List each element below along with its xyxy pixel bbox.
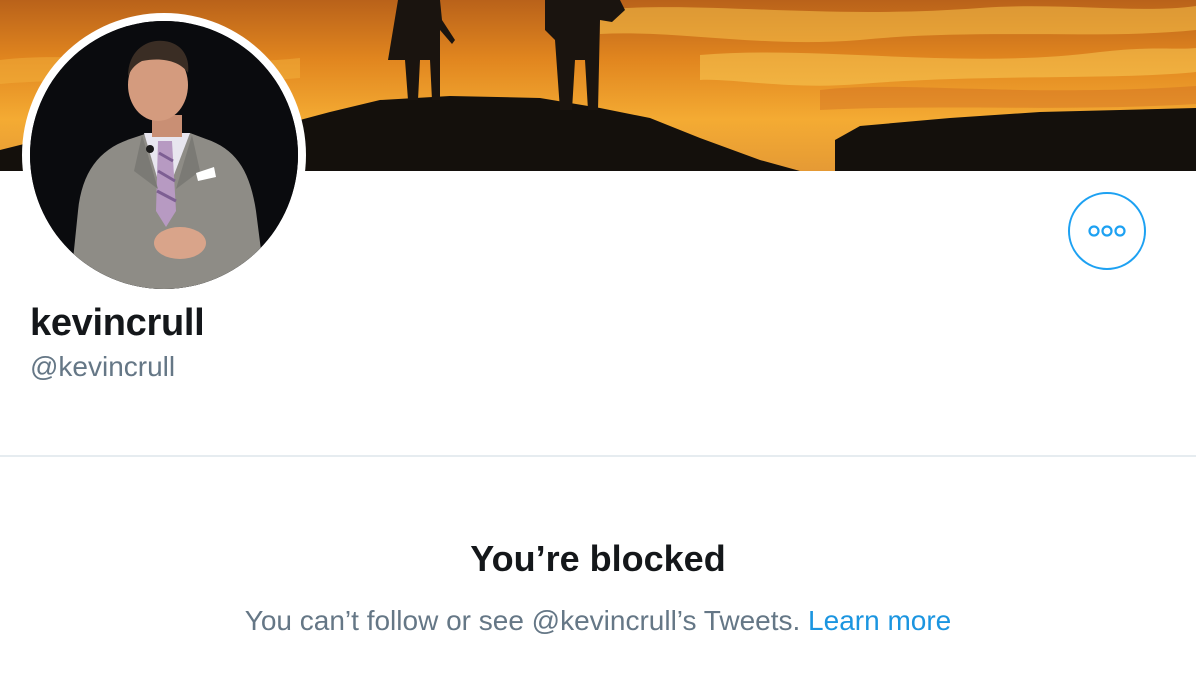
section-divider [0,455,1196,457]
more-options-button[interactable] [1068,192,1146,270]
profile-page: kevincrull @kevincrull You’re blocked Yo… [0,0,1196,673]
learn-more-link[interactable]: Learn more [808,605,951,636]
blocked-message-text: You can’t follow or see @kevincrull’s Tw… [244,605,801,636]
blocked-title: You’re blocked [470,538,726,579]
avatar-photo [30,21,298,289]
profile-handle: @kevincrull [30,351,176,382]
blocked-message-line: You can’t follow or see @kevincrull’s Tw… [0,605,1196,637]
profile-display-name: kevincrull [30,302,205,344]
profile-avatar[interactable] [22,13,306,297]
more-horizontal-icon [1087,225,1127,237]
person-portrait-graphic [30,21,298,289]
